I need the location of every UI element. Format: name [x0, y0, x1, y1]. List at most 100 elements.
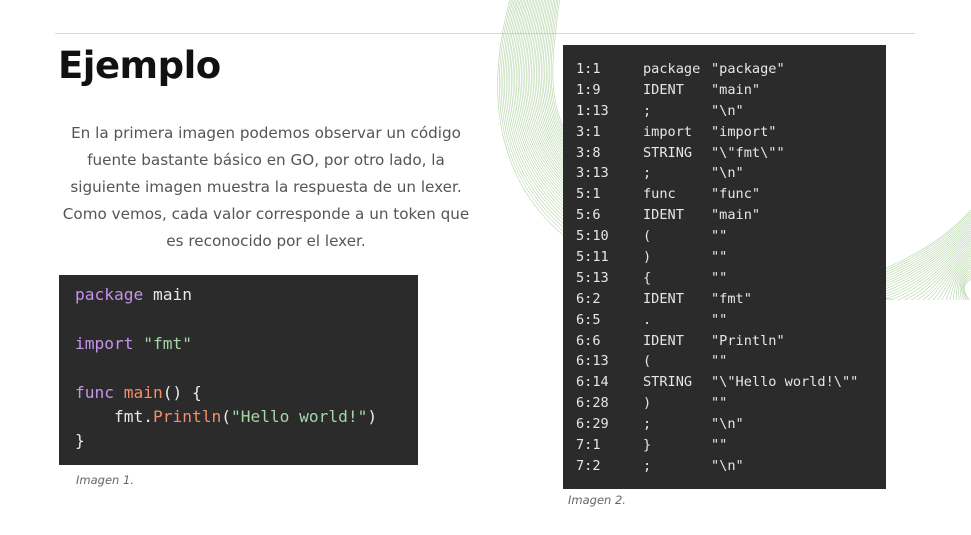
token-literal: "": [711, 311, 728, 328]
token-row: 7:1} "": [576, 435, 886, 456]
token-position: 6:29: [576, 416, 609, 433]
lexer-output-image: 1:1 package "package" 1:9 IDENT "main" 1:13; "\…: [563, 45, 886, 489]
token-position: 1:1: [576, 61, 601, 77]
token-row: 5:11) "": [576, 247, 886, 268]
description-line: siguiente imagen muestra la respuesta de…: [70, 178, 462, 196]
token-type: ;: [643, 102, 652, 119]
token-position: 3:1: [576, 123, 601, 140]
token-literal: "": [711, 249, 728, 266]
token-type: (: [643, 353, 652, 370]
code-line: fmt.Println("Hello world!"): [75, 405, 418, 429]
token-position: 3:13: [576, 165, 609, 182]
code-function: Println: [152, 406, 222, 426]
code-function: main: [123, 382, 163, 402]
token-position: 1:9: [576, 81, 601, 98]
token-literal: "main": [711, 81, 761, 98]
token-row: 6:14 STRING "\"Hello world!\"": [576, 372, 886, 393]
token-literal: "": [711, 353, 728, 370]
token-type: IDENT: [643, 332, 684, 349]
description-line: es reconocido por el lexer.: [166, 232, 366, 250]
code-text: () {: [162, 382, 202, 402]
token-type: (: [643, 228, 652, 245]
token-position: 6:14: [576, 374, 609, 391]
token-row: 5:6 IDENT "main": [576, 205, 886, 226]
token-literal: "Println": [711, 332, 785, 349]
token-type: ;: [643, 457, 652, 474]
token-row: 3:1 import "import": [576, 122, 886, 143]
token-position: 6:13: [576, 353, 609, 370]
code-keyword: package: [75, 285, 144, 304]
code-string: "Hello world!": [230, 406, 368, 426]
token-position: 6:28: [576, 395, 609, 412]
token-row: 1:9 IDENT "main": [576, 80, 886, 101]
token-literal: "": [711, 269, 728, 286]
token-row: 1:13; "\n": [576, 101, 886, 122]
image1-caption: Imagen 1.: [76, 473, 134, 487]
token-position: 1:13: [576, 102, 609, 119]
token-type: .: [643, 311, 652, 328]
code-text: ): [367, 406, 378, 426]
token-row: 1:1 package "package": [576, 59, 886, 80]
slide-title: Ejemplo: [58, 44, 221, 87]
description-line: fuente bastante básico en GO, por otro l…: [87, 151, 445, 169]
token-position: 6:2: [576, 290, 601, 307]
token-position: 3:8: [576, 144, 601, 161]
token-row: 6:29; "\n": [576, 414, 886, 435]
token-literal: "\"fmt\"": [711, 144, 785, 161]
token-row: 6:6 IDENT "Println": [576, 331, 886, 352]
token-type: }: [643, 437, 652, 454]
token-type: {: [643, 269, 652, 286]
code-keyword: func: [75, 382, 114, 402]
code-line: func main() {: [75, 381, 418, 405]
token-row: 5:10 ( "": [576, 226, 886, 247]
token-row: 6:5. "": [576, 310, 886, 331]
token-literal: "main": [711, 207, 761, 224]
description-line: Como vemos, cada valor corresponde a un …: [62, 205, 470, 223]
token-type: STRING: [643, 144, 693, 161]
token-literal: "\"Hello world!\"": [711, 374, 859, 391]
code-line: }: [75, 429, 418, 453]
token-row: 6:28) "": [576, 393, 886, 414]
token-type: ): [643, 395, 652, 412]
token-literal: "": [711, 228, 728, 245]
token-type: ): [643, 249, 652, 266]
token-position: 7:2: [576, 457, 601, 474]
slide-description: En la primera imagen podemos observar un…: [30, 120, 502, 255]
token-position: 5:6: [576, 207, 601, 224]
token-type: IDENT: [643, 290, 684, 307]
token-type: IDENT: [643, 207, 684, 224]
token-literal: "\n": [711, 102, 744, 119]
token-row: 6:13 ( "": [576, 351, 886, 372]
token-literal: "": [711, 395, 728, 412]
token-position: 5:11: [576, 249, 609, 266]
token-literal: "import": [711, 123, 777, 140]
code-keyword: import: [75, 333, 134, 353]
code-line: package main: [75, 283, 418, 307]
code-text: main: [143, 285, 192, 304]
token-literal: "\n": [711, 165, 744, 182]
token-literal: "": [711, 437, 728, 454]
token-position: 5:1: [576, 186, 601, 203]
token-position: 6:5: [576, 311, 601, 328]
token-position: 7:1: [576, 437, 601, 454]
token-type: import: [643, 123, 693, 140]
token-position: 5:10: [576, 228, 609, 245]
token-literal: "\n": [711, 457, 744, 474]
token-literal: "package": [711, 61, 785, 77]
token-row: 5:13 {"": [576, 268, 886, 289]
code-text: }: [75, 431, 85, 451]
token-position: 6:6: [576, 332, 601, 349]
token-row: 7:2; "\n": [576, 456, 886, 477]
token-type: ;: [643, 416, 652, 433]
token-type: STRING: [643, 374, 693, 391]
token-row: 3:8 STRING "\"fmt\"": [576, 143, 886, 164]
image2-caption: Imagen 2.: [568, 493, 626, 507]
code-string: "fmt": [143, 333, 192, 353]
code-line: import "fmt": [75, 332, 418, 356]
token-literal: "fmt": [711, 290, 752, 307]
go-source-code-image: package main import "fmt" func main() { …: [59, 275, 418, 465]
token-row: 6:2 IDENT "fmt": [576, 289, 886, 310]
